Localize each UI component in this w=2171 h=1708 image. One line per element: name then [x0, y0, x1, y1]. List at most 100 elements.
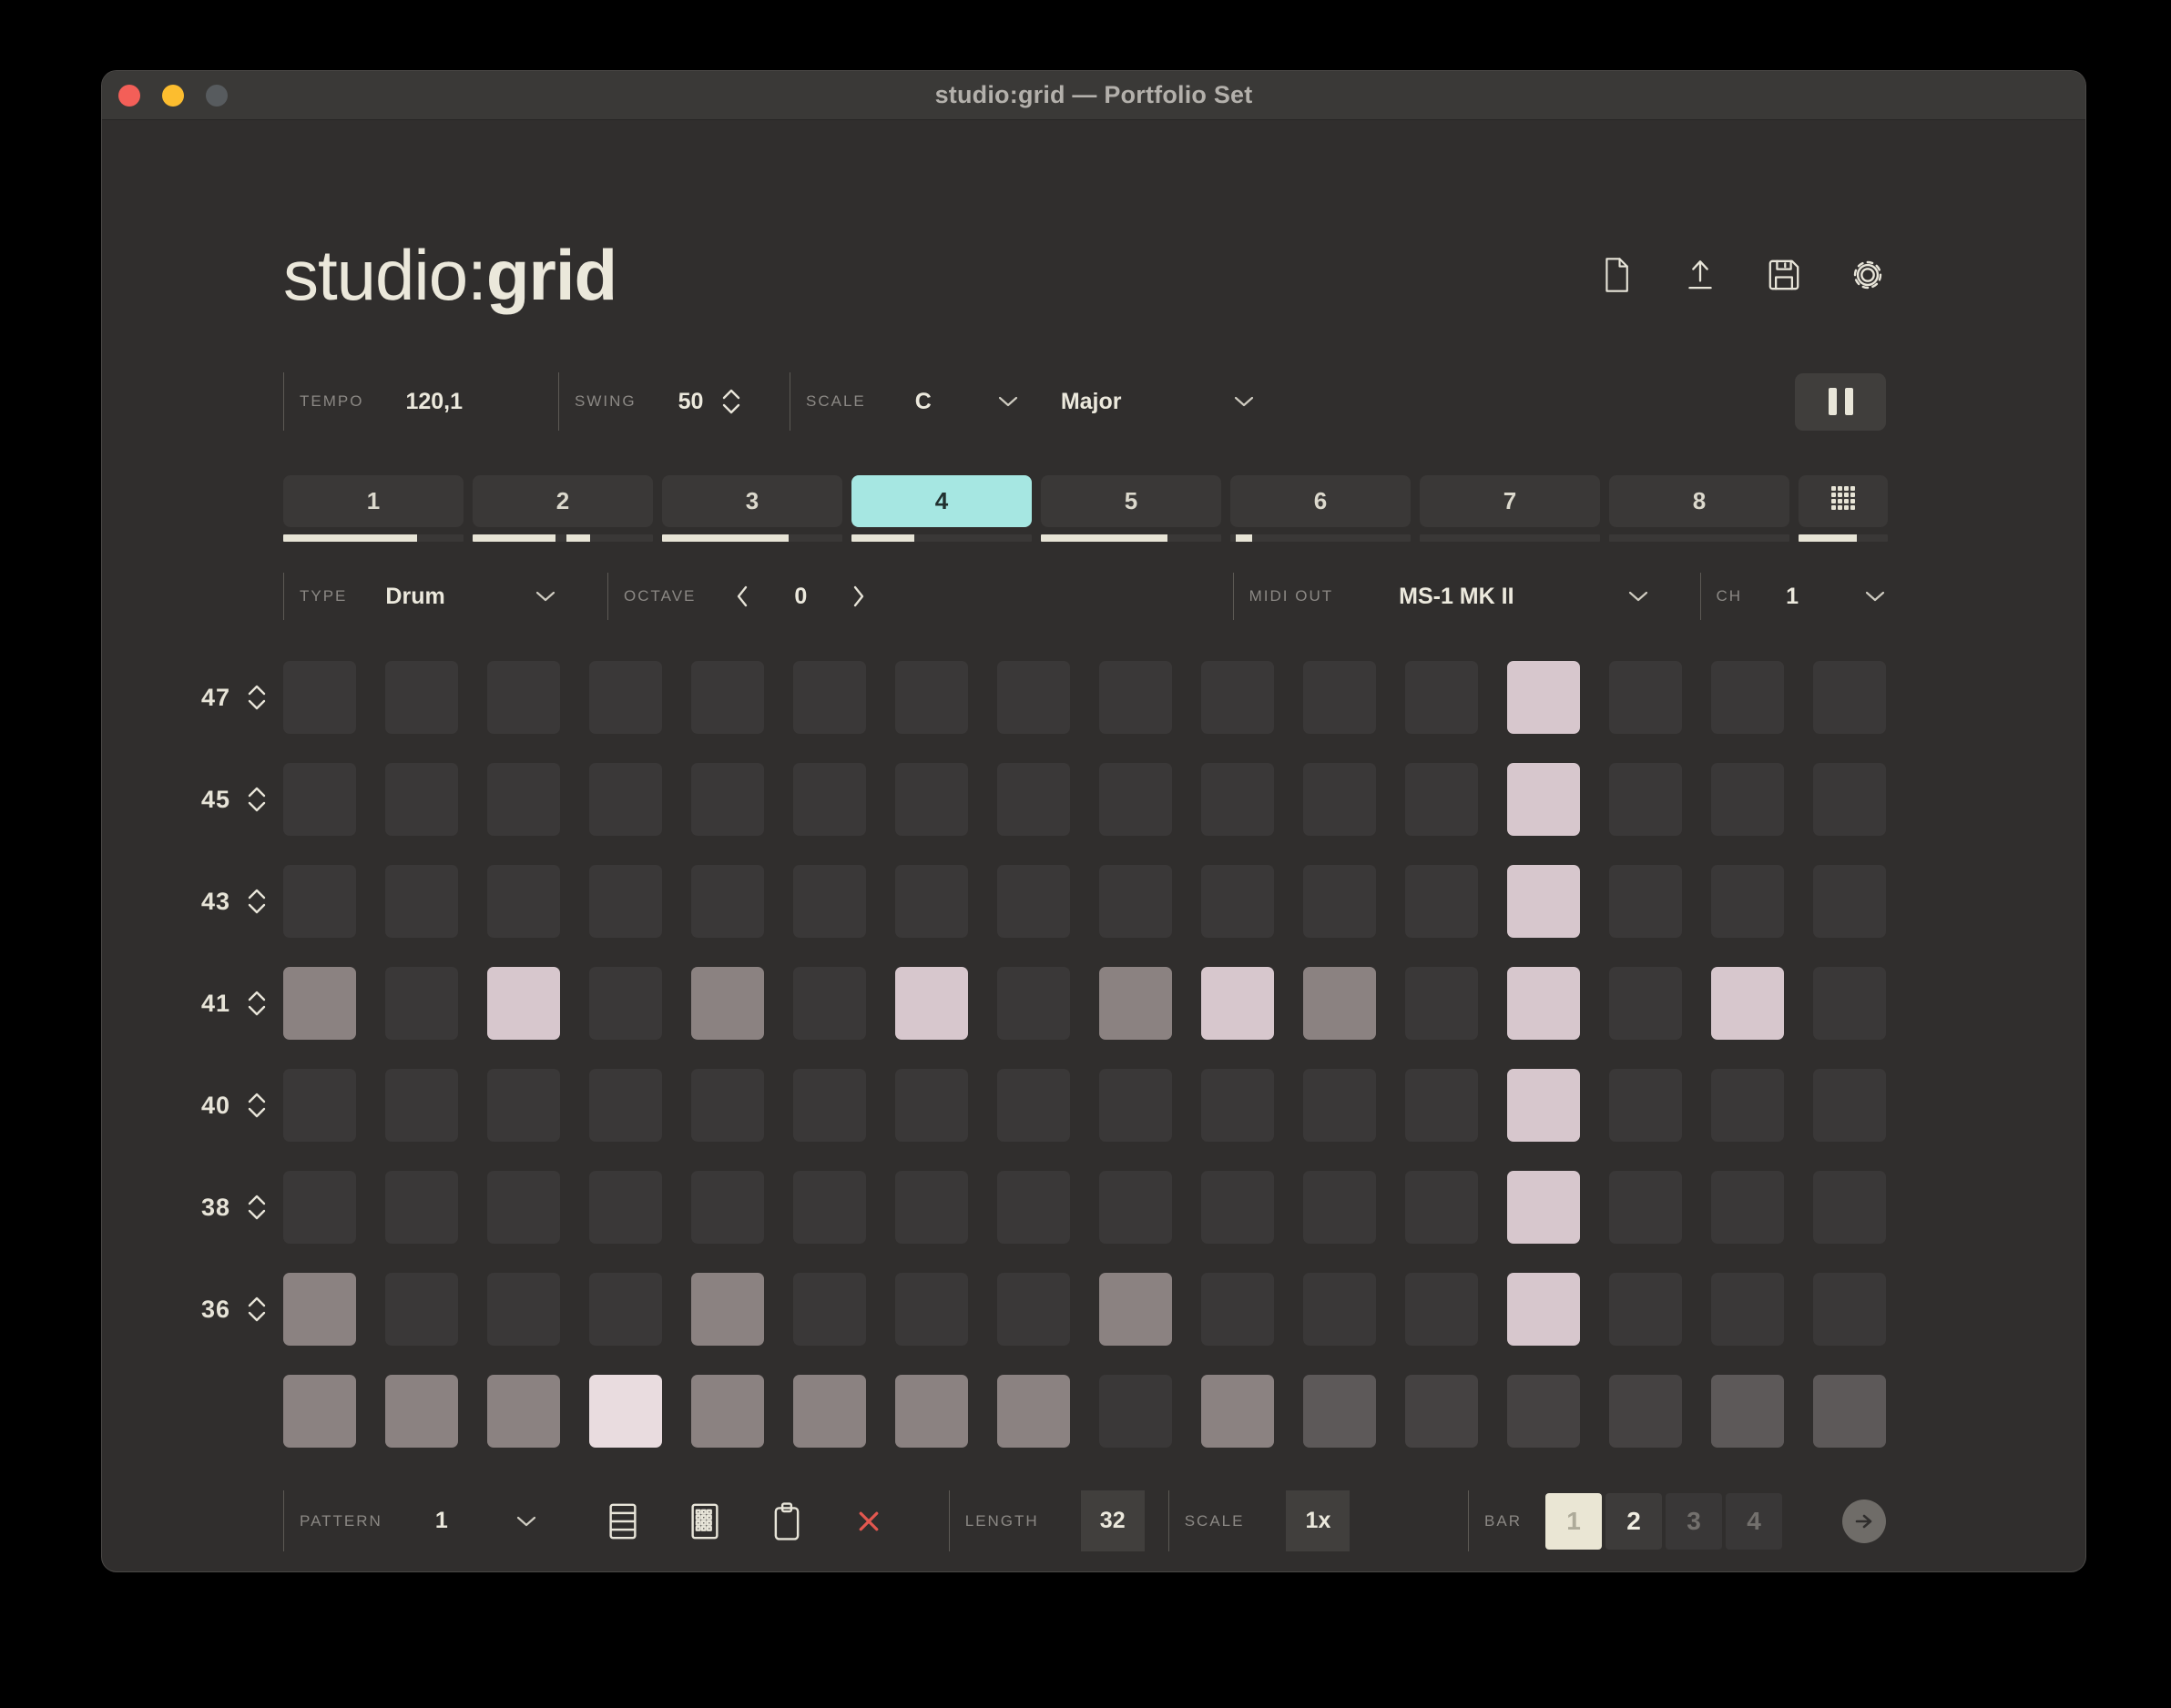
step-cell-r1-c14[interactable]: [1609, 661, 1682, 734]
upload-icon[interactable]: [1682, 257, 1718, 293]
step-cell-r5-c11[interactable]: [1303, 1069, 1376, 1142]
zoom-window-button[interactable]: [206, 85, 228, 107]
next-bar-button[interactable]: [1842, 1500, 1886, 1543]
step-cell-r5-c5[interactable]: [691, 1069, 764, 1142]
step-cell-r7-c8[interactable]: [997, 1273, 1070, 1346]
pattern-value[interactable]: 1: [435, 1508, 448, 1534]
time-scale-value[interactable]: 1x: [1286, 1490, 1350, 1551]
step-cell-r4-c12[interactable]: [1405, 967, 1478, 1040]
step-cell-r7-c5[interactable]: [691, 1273, 764, 1346]
pattern-chevron-down-icon[interactable]: [515, 1515, 537, 1528]
step-cell-r6-c1[interactable]: [283, 1171, 356, 1244]
step-cell-r3-c3[interactable]: [487, 865, 560, 938]
step-cell-r4-c15[interactable]: [1711, 967, 1784, 1040]
step-cell-r2-c14[interactable]: [1609, 763, 1682, 836]
step-cell-r1-c16[interactable]: [1813, 661, 1886, 734]
step-cell-r1-c15[interactable]: [1711, 661, 1784, 734]
bar-button-1[interactable]: 1: [1545, 1493, 1602, 1550]
step-cell-r7-c10[interactable]: [1201, 1273, 1274, 1346]
step-cell-r5-c1[interactable]: [283, 1069, 356, 1142]
step-cell-r4-c9[interactable]: [1099, 967, 1172, 1040]
row-note-stepper-icon[interactable]: [245, 682, 269, 713]
row-note-stepper-icon[interactable]: [245, 1090, 269, 1121]
step-cell-r2-c13[interactable]: [1507, 763, 1580, 836]
step-cell-r2-c3[interactable]: [487, 763, 560, 836]
step-cell-r7-c6[interactable]: [793, 1273, 866, 1346]
step-cell-r5-c8[interactable]: [997, 1069, 1070, 1142]
step-cell-r8-c1[interactable]: [283, 1375, 356, 1448]
step-cell-r3-c10[interactable]: [1201, 865, 1274, 938]
scale-root-chevron-down-icon[interactable]: [997, 395, 1019, 408]
step-cell-r8-c15[interactable]: [1711, 1375, 1784, 1448]
step-cell-r7-c16[interactable]: [1813, 1273, 1886, 1346]
step-cell-r1-c4[interactable]: [589, 661, 662, 734]
step-cell-r4-c10[interactable]: [1201, 967, 1274, 1040]
step-cell-r3-c8[interactable]: [997, 865, 1070, 938]
save-icon[interactable]: [1766, 257, 1802, 293]
octave-increment-chevron-right-icon[interactable]: [852, 585, 865, 608]
type-value[interactable]: Drum: [385, 584, 444, 610]
step-cell-r4-c1[interactable]: [283, 967, 356, 1040]
step-cell-r5-c16[interactable]: [1813, 1069, 1886, 1142]
step-cell-r6-c8[interactable]: [997, 1171, 1070, 1244]
step-cell-r3-c15[interactable]: [1711, 865, 1784, 938]
pattern-tab-2[interactable]: 2: [473, 475, 653, 527]
step-cell-r4-c4[interactable]: [589, 967, 662, 1040]
step-cell-r3-c13[interactable]: [1507, 865, 1580, 938]
step-cell-r5-c10[interactable]: [1201, 1069, 1274, 1142]
step-cell-r3-c11[interactable]: [1303, 865, 1376, 938]
step-cell-r5-c14[interactable]: [1609, 1069, 1682, 1142]
step-cell-r8-c3[interactable]: [487, 1375, 560, 1448]
step-cell-r8-c7[interactable]: [895, 1375, 968, 1448]
pause-button[interactable]: [1795, 373, 1886, 431]
step-cell-r5-c13[interactable]: [1507, 1069, 1580, 1142]
midi-out-chevron-down-icon[interactable]: [1627, 590, 1649, 603]
pattern-tab-1[interactable]: 1: [283, 475, 464, 527]
step-cell-r2-c9[interactable]: [1099, 763, 1172, 836]
step-cell-r1-c11[interactable]: [1303, 661, 1376, 734]
octave-decrement-chevron-left-icon[interactable]: [736, 585, 749, 608]
pattern-tab-7[interactable]: 7: [1420, 475, 1600, 527]
step-cell-r8-c14[interactable]: [1609, 1375, 1682, 1448]
step-cell-r7-c4[interactable]: [589, 1273, 662, 1346]
row-note-stepper-icon[interactable]: [245, 1294, 269, 1325]
channel-chevron-down-icon[interactable]: [1864, 590, 1886, 603]
step-cell-r6-c3[interactable]: [487, 1171, 560, 1244]
step-cell-r1-c3[interactable]: [487, 661, 560, 734]
step-cell-r6-c9[interactable]: [1099, 1171, 1172, 1244]
step-cell-r7-c9[interactable]: [1099, 1273, 1172, 1346]
step-cell-r8-c16[interactable]: [1813, 1375, 1886, 1448]
step-cell-r2-c7[interactable]: [895, 763, 968, 836]
bar-button-4[interactable]: 4: [1726, 1493, 1782, 1550]
step-cell-r4-c3[interactable]: [487, 967, 560, 1040]
delete-x-icon[interactable]: [849, 1501, 889, 1541]
step-cell-r3-c14[interactable]: [1609, 865, 1682, 938]
row-note-stepper-icon[interactable]: [245, 1192, 269, 1223]
pattern-tab-8[interactable]: 8: [1609, 475, 1789, 527]
step-cell-r2-c4[interactable]: [589, 763, 662, 836]
step-cell-r6-c15[interactable]: [1711, 1171, 1784, 1244]
step-cell-r5-c15[interactable]: [1711, 1069, 1784, 1142]
step-cell-r6-c6[interactable]: [793, 1171, 866, 1244]
step-cell-r5-c2[interactable]: [385, 1069, 458, 1142]
new-file-icon[interactable]: [1598, 257, 1635, 293]
step-cell-r5-c7[interactable]: [895, 1069, 968, 1142]
grid-view-tab[interactable]: [1799, 475, 1888, 527]
step-cell-r3-c16[interactable]: [1813, 865, 1886, 938]
pattern-tab-6[interactable]: 6: [1230, 475, 1411, 527]
step-cell-r7-c7[interactable]: [895, 1273, 968, 1346]
scale-mode-value[interactable]: Major: [1061, 389, 1122, 415]
step-cell-r6-c10[interactable]: [1201, 1171, 1274, 1244]
step-cell-r2-c1[interactable]: [283, 763, 356, 836]
row-note-stepper-icon[interactable]: [245, 886, 269, 917]
type-chevron-down-icon[interactable]: [535, 590, 556, 603]
step-cell-r6-c7[interactable]: [895, 1171, 968, 1244]
step-cell-r8-c13[interactable]: [1507, 1375, 1580, 1448]
step-cell-r2-c8[interactable]: [997, 763, 1070, 836]
clipboard-icon[interactable]: [767, 1501, 807, 1541]
minimize-window-button[interactable]: [162, 85, 184, 107]
step-cell-r3-c7[interactable]: [895, 865, 968, 938]
step-cell-r6-c11[interactable]: [1303, 1171, 1376, 1244]
step-cell-r2-c11[interactable]: [1303, 763, 1376, 836]
step-cell-r3-c5[interactable]: [691, 865, 764, 938]
